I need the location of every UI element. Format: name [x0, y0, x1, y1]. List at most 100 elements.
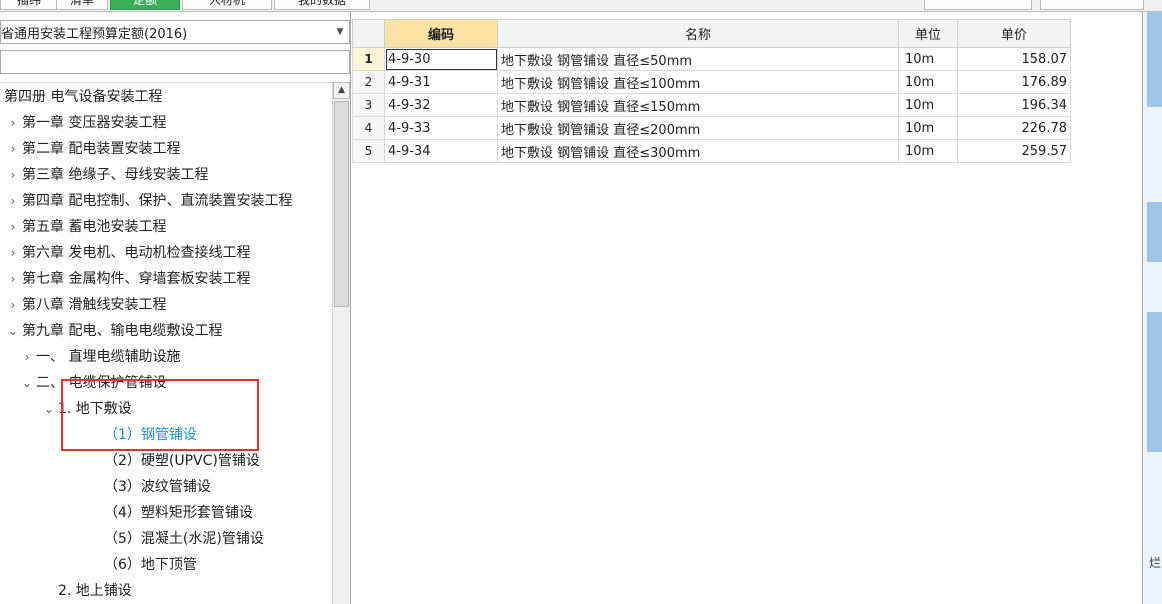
tab-1[interactable]: 清单: [56, 0, 108, 10]
tree-node-label: （6）地下顶管: [104, 557, 197, 573]
chevron-right-icon[interactable]: ›: [4, 188, 22, 214]
tree-node-label: 第七章 金属构件、穿墙套板安装工程: [22, 271, 251, 287]
table-row[interactable]: 5 4-9-34 地下敷设 钢管铺设 直径≤300mm 10m 259.57: [352, 139, 1071, 163]
scroll-thumb[interactable]: [334, 101, 349, 307]
tree-node[interactable]: › 第一章 变压器安装工程: [4, 110, 167, 136]
table-row[interactable]: 4 4-9-33 地下敷设 钢管铺设 直径≤200mm 10m 226.78: [352, 116, 1071, 140]
row-number-cell[interactable]: 3: [352, 93, 385, 117]
chevron-down-icon[interactable]: ⌄: [18, 370, 36, 396]
chapter-tree: 第四册 电气设备安装工程 › 第一章 变压器安装工程 › 第二章 配电装置安装工程 › 第三…: [0, 82, 332, 604]
code-cell[interactable]: 4-9-32: [384, 93, 498, 117]
side-strip: 烂: [1142, 12, 1162, 604]
quota-library-select-value: 省通用安装工程预算定额(2016): [1, 26, 188, 42]
price-column-header[interactable]: 单价: [957, 19, 1071, 48]
code-cell[interactable]: 4-9-34: [384, 139, 498, 163]
name-cell[interactable]: 地下敷设 钢管铺设 直径≤200mm: [497, 116, 899, 140]
unit-cell[interactable]: 10m: [898, 47, 958, 71]
name-cell[interactable]: 地下敷设 钢管铺设 直径≤100mm: [497, 70, 899, 94]
tree-node[interactable]: （2）硬塑(UPVC)管铺设: [64, 448, 260, 474]
tree-node[interactable]: › 一、 直埋电缆辅助设施: [18, 344, 181, 370]
tree-node[interactable]: 2. 地上铺设: [40, 578, 132, 604]
price-cell[interactable]: 259.57: [957, 139, 1071, 163]
unit-cell[interactable]: 10m: [898, 70, 958, 94]
tree-node[interactable]: › 第六章 发电机、电动机检查接线工程: [4, 240, 251, 266]
tab-0[interactable]: 插纬: [0, 0, 58, 10]
side-strip-label: 烂: [1149, 556, 1162, 570]
chevron-right-icon[interactable]: ›: [4, 136, 22, 162]
unit-cell[interactable]: 10m: [898, 116, 958, 140]
chevron-down-icon[interactable]: ▼: [331, 27, 349, 37]
tree-node-label: 第八章 滑触线安装工程: [22, 297, 167, 313]
tree-node-label: 第二章 配电装置安装工程: [22, 141, 181, 157]
quota-grid-panel: 编码 名称 单位 单价 1 4-9-30 地下敷设 钢管铺设 直径≤50mm 10m 1…: [352, 12, 1142, 604]
tab-3[interactable]: 人材机: [182, 0, 272, 10]
tree-node[interactable]: 第四册 电气设备安装工程: [4, 84, 162, 110]
tree-node[interactable]: ⌄ 1. 地下敷设: [40, 396, 132, 422]
tree-node[interactable]: › 第五章 蓄电池安装工程: [4, 214, 167, 240]
name-column-header[interactable]: 名称: [497, 19, 899, 48]
scroll-up-arrow-icon[interactable]: ▲: [333, 82, 350, 99]
chevron-down-icon[interactable]: ⌄: [4, 318, 22, 344]
price-cell[interactable]: 226.78: [957, 116, 1071, 140]
unit-cell[interactable]: 10m: [898, 93, 958, 117]
quota-library-select[interactable]: 省通用安装工程预算定额(2016) ▼: [0, 20, 350, 44]
tree-node-label: 第五章 蓄电池安装工程: [22, 219, 167, 235]
tree-node[interactable]: › 第四章 配电控制、保护、直流装置安装工程: [4, 188, 293, 214]
code-cell[interactable]: 4-9-30: [384, 47, 498, 71]
price-cell[interactable]: 158.07: [957, 47, 1071, 71]
price-cell[interactable]: 176.89: [957, 70, 1071, 94]
tree-node[interactable]: （6）地下顶管: [64, 552, 197, 578]
tab-4[interactable]: 我的数据: [274, 0, 370, 10]
chevron-right-icon[interactable]: ›: [18, 344, 36, 370]
name-cell[interactable]: 地下敷设 钢管铺设 直径≤300mm: [497, 139, 899, 163]
tree-node[interactable]: （5）混凝土(水泥)管铺设: [64, 526, 264, 552]
row-number-cell[interactable]: 1: [352, 47, 385, 71]
tree-node[interactable]: （3）波纹管铺设: [64, 474, 211, 500]
tree-node[interactable]: （1）钢管铺设: [64, 422, 197, 448]
tree-scrollbar[interactable]: ▲: [332, 82, 350, 604]
code-column-header[interactable]: 编码: [384, 19, 498, 48]
chevron-right-icon[interactable]: ›: [4, 240, 22, 266]
top-action-button-2[interactable]: [1040, 0, 1144, 10]
side-strip-block: [1147, 202, 1162, 262]
table-row[interactable]: 3 4-9-32 地下敷设 钢管铺设 直径≤150mm 10m 196.34: [352, 93, 1071, 117]
top-tab-bar: 插纬 清单 定额 人材机 我的数据: [0, 0, 1162, 12]
unit-cell[interactable]: 10m: [898, 139, 958, 163]
tree-node-label: （4）塑料矩形套管铺设: [104, 505, 253, 521]
code-cell[interactable]: 4-9-33: [384, 116, 498, 140]
chevron-down-icon[interactable]: ⌄: [40, 396, 58, 422]
tree-node-label: （5）混凝土(水泥)管铺设: [104, 531, 264, 547]
side-strip-block: [1147, 12, 1162, 107]
tree-node[interactable]: ⌄ 二、 电缆保护管铺设: [18, 370, 166, 396]
tree-node[interactable]: › 第七章 金属构件、穿墙套板安装工程: [4, 266, 251, 292]
unit-column-header[interactable]: 单位: [898, 19, 958, 48]
tree-node[interactable]: › 第八章 滑触线安装工程: [4, 292, 167, 318]
tree-node[interactable]: › 第二章 配电装置安装工程: [4, 136, 181, 162]
row-number-cell[interactable]: 4: [352, 116, 385, 140]
chevron-right-icon[interactable]: ›: [4, 110, 22, 136]
table-row[interactable]: 1 4-9-30 地下敷设 钢管铺设 直径≤50mm 10m 158.07: [352, 47, 1071, 71]
chevron-right-icon[interactable]: ›: [4, 162, 22, 188]
tab-2[interactable]: 定额: [110, 0, 180, 10]
row-number-cell[interactable]: 5: [352, 139, 385, 163]
search-input[interactable]: [0, 50, 350, 74]
tree-node[interactable]: ⌄ 第九章 配电、输电电缆敷设工程: [4, 318, 222, 344]
chevron-right-icon[interactable]: ›: [4, 214, 22, 240]
tree-node-label: 第九章 配电、输电电缆敷设工程: [22, 323, 223, 339]
row-number-cell[interactable]: 2: [352, 70, 385, 94]
tree-node-label: 第四册 电气设备安装工程: [4, 89, 163, 105]
table-row[interactable]: 2 4-9-31 地下敷设 钢管铺设 直径≤100mm 10m 176.89: [352, 70, 1071, 94]
tree-node-label: （3）波纹管铺设: [104, 479, 211, 495]
tree-node[interactable]: （4）塑料矩形套管铺设: [64, 500, 253, 526]
tree-node[interactable]: › 第三章 绝缘子、母线安装工程: [4, 162, 209, 188]
name-cell[interactable]: 地下敷设 钢管铺设 直径≤50mm: [497, 47, 899, 71]
chevron-right-icon[interactable]: ›: [4, 292, 22, 318]
top-action-button-1[interactable]: [924, 0, 1032, 10]
code-cell[interactable]: 4-9-31: [384, 70, 498, 94]
chevron-right-icon[interactable]: ›: [4, 266, 22, 292]
name-cell[interactable]: 地下敷设 钢管铺设 直径≤150mm: [497, 93, 899, 117]
price-cell[interactable]: 196.34: [957, 93, 1071, 117]
tree-node-label: 第四章 配电控制、保护、直流装置安装工程: [22, 193, 293, 209]
quota-grid: 编码 名称 单位 单价 1 4-9-30 地下敷设 钢管铺设 直径≤50mm 10m 1…: [352, 19, 1071, 163]
tree-node-label: 第六章 发电机、电动机检查接线工程: [22, 245, 251, 261]
